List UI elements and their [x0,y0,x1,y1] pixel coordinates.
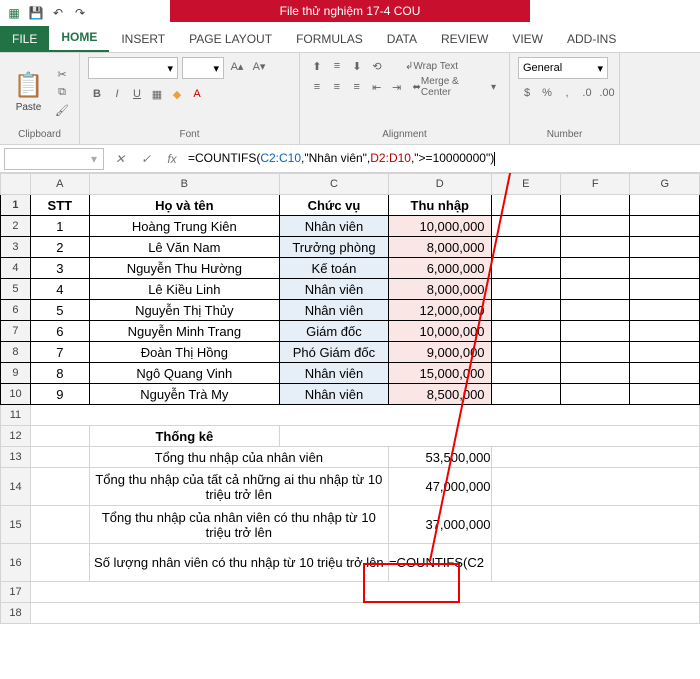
align-right-icon[interactable]: ≡ [348,78,366,96]
cancel-formula-icon[interactable]: ✕ [110,149,130,169]
merge-center-button[interactable]: ⬌ Merge & Center ▾ [408,78,502,96]
excel-icon: ▦ [5,4,23,22]
tab-data[interactable]: DATA [375,26,429,52]
font-size-select[interactable]: ▾ [182,57,224,79]
tab-insert[interactable]: INSERT [109,26,177,52]
align-left-icon[interactable]: ≡ [308,78,326,96]
alignment-group-label: Alignment [308,127,501,140]
formula-bar[interactable]: =COUNTIFS(C2:C10,"Nhân viên",D2:D10,">=1… [188,151,495,166]
fx-icon[interactable]: fx [162,149,182,169]
wrap-text-button[interactable]: ↲ Wrap Text [400,57,463,75]
copy-icon[interactable]: ⧉ [53,83,71,101]
ribbon-tabs: FILE HOME INSERT PAGE LAYOUT FORMULAS DA… [0,25,700,53]
align-middle-icon[interactable]: ≡ [328,57,346,75]
clipboard-group-label: Clipboard [8,127,71,140]
tab-addins[interactable]: ADD-INS [555,26,628,52]
indent-inc-icon[interactable]: ⇥ [388,78,406,96]
annotation-arrow [0,173,700,673]
dec-decimal-icon[interactable]: .00 [598,84,616,102]
tab-file[interactable]: FILE [0,26,49,52]
number-format-select[interactable]: General▾ [518,57,608,79]
worksheet-grid[interactable]: A B C D E F G 1 STT Họ và tên Chức vụ Th… [0,173,700,624]
italic-icon[interactable]: I [108,85,126,103]
fill-color-icon[interactable]: ◆ [168,85,186,103]
currency-icon[interactable]: $ [518,84,536,102]
cut-icon[interactable]: ✂ [53,65,71,83]
tab-view[interactable]: VIEW [500,26,555,52]
ribbon: 📋 Paste ✂ ⧉ 🖌 Clipboard ▾ ▾ A▴ A▾ B I U [0,53,700,145]
shrink-font-icon[interactable]: A▾ [250,57,268,75]
grow-font-icon[interactable]: A▴ [228,57,246,75]
number-group-label: Number [518,127,611,140]
tab-pagelayout[interactable]: PAGE LAYOUT [177,26,284,52]
font-color-icon[interactable]: A [188,85,206,103]
undo-icon[interactable]: ↶ [49,4,67,22]
align-center-icon[interactable]: ≡ [328,78,346,96]
enter-formula-icon[interactable]: ✓ [136,149,156,169]
align-top-icon[interactable]: ⬆ [308,57,326,75]
comma-icon[interactable]: , [558,84,576,102]
window-title: File thử nghiệm 17-4 COU [170,0,530,22]
tab-formulas[interactable]: FORMULAS [284,26,375,52]
font-group-label: Font [88,127,291,140]
borders-icon[interactable]: ▦ [148,85,166,103]
align-bottom-icon[interactable]: ⬇ [348,57,366,75]
orientation-icon[interactable]: ⟲ [368,57,386,75]
tab-home[interactable]: HOME [49,24,109,52]
percent-icon[interactable]: % [538,84,556,102]
inc-decimal-icon[interactable]: .0 [578,84,596,102]
underline-icon[interactable]: U [128,85,146,103]
indent-dec-icon[interactable]: ⇤ [368,78,386,96]
tab-review[interactable]: REVIEW [429,26,500,52]
paste-label: Paste [16,102,42,113]
font-family-select[interactable]: ▾ [88,57,178,79]
format-painter-icon[interactable]: 🖌 [53,101,71,119]
redo-icon[interactable]: ↷ [71,4,89,22]
paste-button[interactable]: 📋 Paste [8,71,49,113]
name-box[interactable]: ▾ [4,148,104,170]
save-icon[interactable]: 💾 [27,4,45,22]
bold-icon[interactable]: B [88,85,106,103]
clipboard-icon: 📋 [14,71,44,100]
formula-bar-row: ▾ ✕ ✓ fx =COUNTIFS(C2:C10,"Nhân viên",D2… [0,145,700,173]
